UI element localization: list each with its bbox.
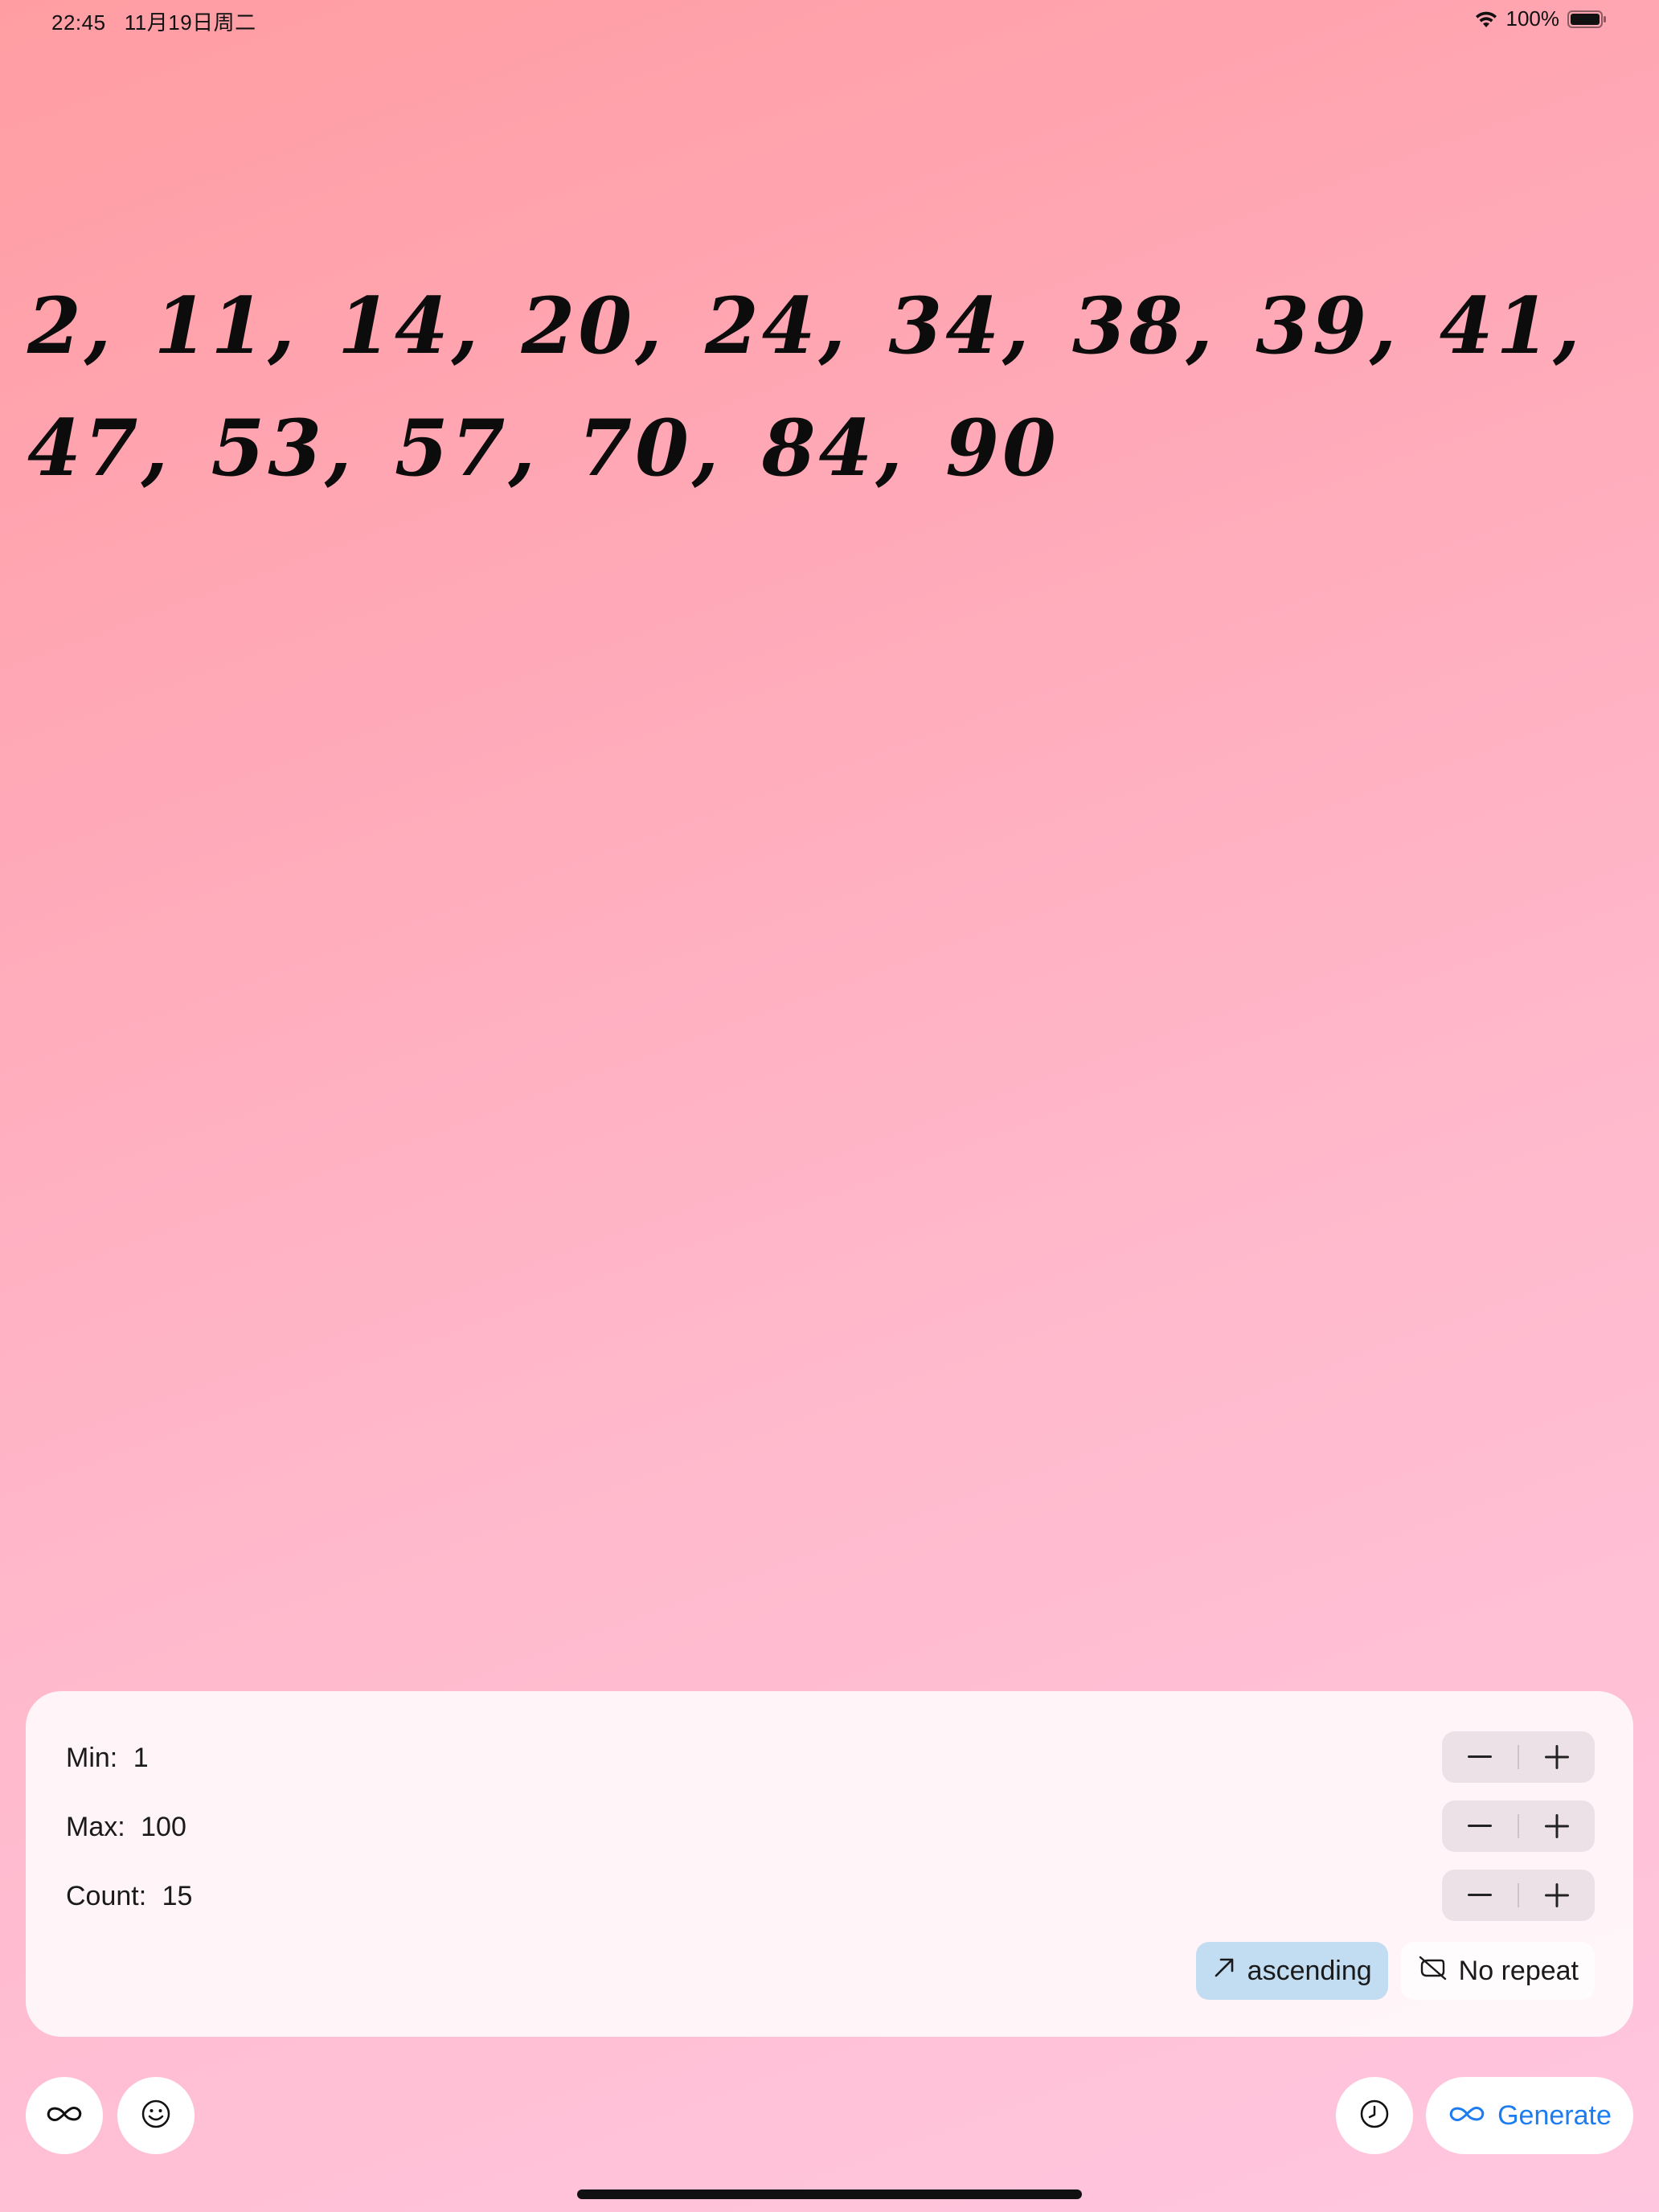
- status-indicators: 100%: [1474, 6, 1608, 31]
- max-decrement-button[interactable]: [1442, 1800, 1518, 1852]
- plus-icon: [1545, 1883, 1569, 1907]
- generated-numbers: 2, 11, 14, 20, 24, 34, 38, 39, 41, 47, 5…: [27, 281, 1583, 494]
- repeat-label: No repeat: [1458, 1955, 1579, 1986]
- count-decrement-button[interactable]: [1442, 1870, 1518, 1921]
- min-increment-button[interactable]: [1519, 1731, 1595, 1783]
- min-stepper: [1442, 1731, 1595, 1783]
- sort-order-toggle[interactable]: ascending: [1195, 1942, 1388, 2000]
- max-label: Max:: [66, 1812, 125, 1842]
- battery-percent: 100%: [1505, 6, 1560, 31]
- min-value: 1: [133, 1743, 149, 1773]
- max-value: 100: [141, 1812, 186, 1842]
- sort-order-label: ascending: [1247, 1955, 1372, 1986]
- count-row: Count: 15: [26, 1870, 1633, 1921]
- minus-icon: [1468, 1825, 1492, 1827]
- wifi-icon: [1474, 10, 1498, 29]
- count-label: Count:: [66, 1881, 147, 1911]
- minus-icon: [1468, 1894, 1492, 1896]
- generate-label: Generate: [1497, 2099, 1612, 2131]
- min-decrement-button[interactable]: [1442, 1731, 1518, 1783]
- status-bar: 22:45 11月19日周二 100%: [0, 0, 1659, 39]
- plus-icon: [1545, 1814, 1569, 1838]
- no-repeat-icon: [1417, 1954, 1448, 1989]
- clock-date: 11月19日周二: [124, 10, 256, 35]
- clock-icon: [1359, 2099, 1390, 2133]
- minus-icon: [1468, 1755, 1492, 1758]
- max-stepper: [1442, 1800, 1595, 1852]
- battery-icon: [1567, 10, 1608, 29]
- infinite-mode-button[interactable]: [26, 2077, 103, 2154]
- arrow-up-right-icon: [1212, 1956, 1236, 1987]
- generate-button[interactable]: Generate: [1426, 2077, 1633, 2154]
- home-indicator[interactable]: [577, 2189, 1082, 2199]
- repeat-toggle[interactable]: No repeat: [1400, 1942, 1595, 2000]
- infinity-icon: [1448, 2100, 1486, 2132]
- status-time: 22:45 11月19日周二: [51, 6, 256, 36]
- max-row: Max: 100: [26, 1800, 1633, 1852]
- count-increment-button[interactable]: [1519, 1870, 1595, 1921]
- plus-icon: [1545, 1745, 1569, 1769]
- min-label: Min:: [66, 1743, 118, 1773]
- min-row: Min: 1: [26, 1731, 1633, 1783]
- settings-panel: Min: 1 Max: 100 Count: 15 ascending No r…: [26, 1691, 1633, 2037]
- clock-time: 22:45: [51, 10, 106, 35]
- smiley-icon: [141, 2099, 171, 2133]
- infinity-icon: [45, 2103, 84, 2128]
- history-button[interactable]: [1336, 2077, 1413, 2154]
- theme-button[interactable]: [117, 2077, 195, 2154]
- count-stepper: [1442, 1870, 1595, 1921]
- count-value: 15: [162, 1881, 193, 1911]
- max-increment-button[interactable]: [1519, 1800, 1595, 1852]
- options-row: ascending No repeat: [1195, 1942, 1595, 2000]
